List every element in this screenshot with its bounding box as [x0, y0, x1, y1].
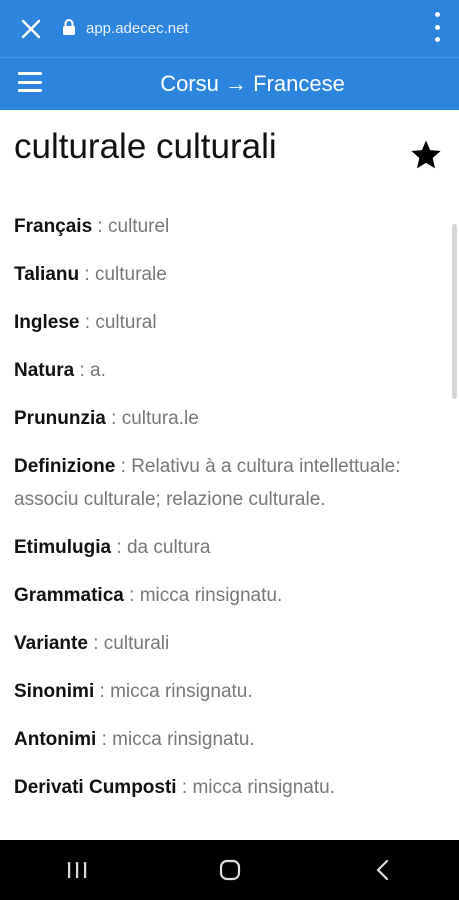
entry-field: Definizione : Relativu à a cultura intel…	[14, 450, 434, 531]
field-label: Antonimi	[14, 729, 97, 750]
field-label: Etimulugia	[14, 537, 112, 558]
lock-icon	[62, 18, 76, 39]
field-separator: :	[79, 312, 96, 333]
field-value: micca rinsignatu.	[112, 729, 255, 750]
field-label: Français	[14, 216, 93, 237]
field-label: Grammatica	[14, 585, 124, 606]
browser-toolbar: app.adecec.net	[0, 0, 459, 57]
field-separator: :	[96, 729, 113, 750]
kebab-menu-icon[interactable]	[433, 12, 441, 42]
field-value: cultura.le	[121, 408, 199, 429]
app-title: Corsu → Francese	[160, 71, 345, 96]
app-header: Corsu → Francese	[0, 57, 459, 110]
field-separator: :	[123, 585, 140, 606]
field-separator: :	[92, 216, 108, 237]
entry-field: Variante : culturali	[14, 627, 434, 675]
entry-field: Prununzia : cultura.le	[14, 402, 434, 450]
field-label: Definizione	[14, 456, 116, 477]
back-icon[interactable]	[353, 840, 413, 900]
field-separator: :	[176, 777, 193, 798]
field-value: cultural	[95, 312, 157, 333]
field-separator: :	[105, 408, 122, 429]
field-label: Talianu	[14, 264, 80, 285]
field-value: a.	[90, 360, 106, 381]
field-label: Variante	[14, 633, 88, 654]
field-value: culturali	[103, 633, 170, 654]
field-label: Inglese	[14, 312, 80, 333]
star-icon[interactable]	[409, 138, 443, 177]
field-value: micca rinsignatu.	[110, 681, 253, 702]
entry-field: Antonimi : micca rinsignatu.	[14, 723, 434, 771]
entry-field: Inglese : cultural	[14, 306, 434, 354]
home-icon[interactable]	[200, 840, 260, 900]
entry-field: Sinonimi : micca rinsignatu.	[14, 675, 434, 723]
headword: culturale culturali	[14, 127, 277, 166]
address-bar[interactable]: app.adecec.net	[62, 18, 189, 39]
scrollbar-thumb[interactable]	[452, 224, 457, 399]
entry-field: Talianu : culturale	[14, 258, 434, 306]
entry-field: Grammatica : micca rinsignatu.	[14, 579, 434, 627]
recent-apps-icon[interactable]	[47, 840, 107, 900]
field-separator: :	[94, 681, 111, 702]
field-label: Sinonimi	[14, 681, 95, 702]
field-label: Prununzia	[14, 408, 106, 429]
field-label: Natura	[14, 360, 75, 381]
entry-field: Natura : a.	[14, 354, 434, 402]
url-text: app.adecec.net	[86, 20, 189, 37]
field-value: micca rinsignatu.	[192, 777, 335, 798]
field-separator: :	[111, 537, 127, 558]
field-value: culturale	[94, 264, 167, 285]
system-navigation-bar	[0, 840, 459, 900]
field-label: Derivati Cumposti	[14, 777, 177, 798]
entry-field: Derivati Cumposti : micca rinsignatu.	[14, 771, 434, 819]
field-separator: :	[115, 456, 132, 477]
field-value: culturel	[108, 216, 170, 237]
entry-fields: Français : culturel Talianu : culturale In…	[14, 210, 434, 819]
field-separator: :	[79, 264, 95, 285]
entry-field: Français : culturel	[14, 210, 434, 258]
close-icon[interactable]	[0, 0, 62, 57]
field-separator: :	[87, 633, 104, 654]
entry-field: Etimulugia : da cultura	[14, 531, 434, 579]
field-value: micca rinsignatu.	[139, 585, 283, 606]
field-value: da cultura	[126, 537, 211, 558]
field-separator: :	[74, 360, 91, 381]
